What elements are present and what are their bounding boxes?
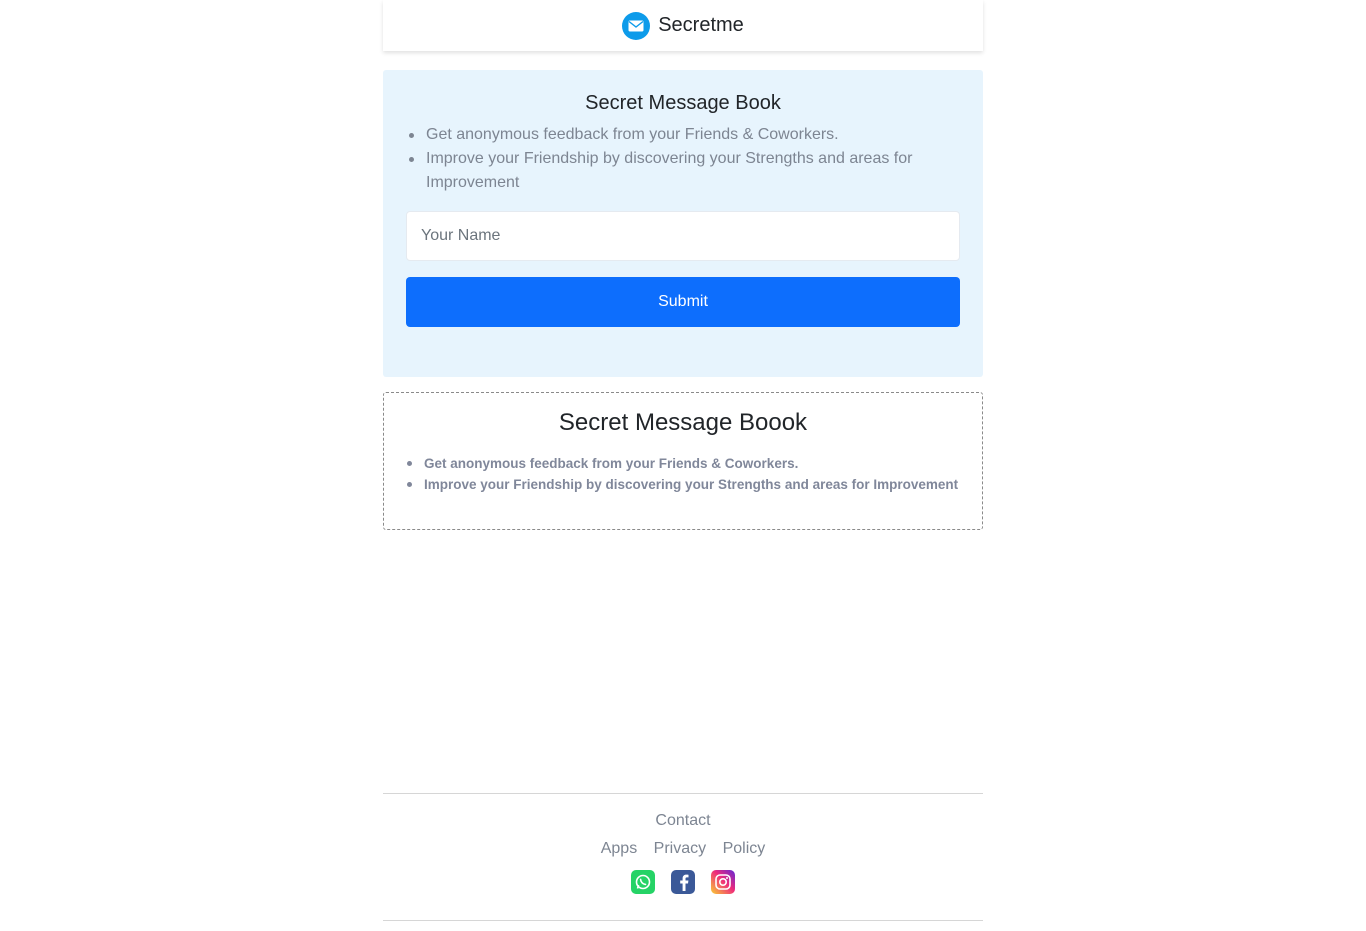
facebook-icon[interactable] xyxy=(671,870,695,894)
info-card: Secret Message Boook Get anonymous feedb… xyxy=(383,392,983,530)
form-card: Secret Message Book Get anonymous feedba… xyxy=(383,70,983,377)
info-card-bullets: Get anonymous feedback from your Friends… xyxy=(404,453,962,495)
envelope-icon[interactable] xyxy=(622,11,651,40)
footer-links: Apps Privacy Policy xyxy=(383,840,983,858)
form-card-title: Secret Message Book xyxy=(585,92,781,114)
bullet-item: Get anonymous feedback from your Friends… xyxy=(406,123,960,147)
info-card-title: Secret Message Boook xyxy=(558,409,808,436)
whatsapp-icon[interactable] xyxy=(631,870,655,894)
apps-link[interactable]: Apps xyxy=(601,840,637,857)
form-card-bullets: Get anonymous feedback from your Friends… xyxy=(406,123,960,195)
contact-link[interactable]: Contact xyxy=(655,812,710,829)
bullet-item: Get anonymous feedback from your Friends… xyxy=(404,453,962,474)
privacy-link[interactable]: Privacy xyxy=(654,840,706,857)
footer: Contact Apps Privacy Policy xyxy=(383,793,983,921)
top-header: Secretme xyxy=(383,0,983,51)
instagram-icon[interactable] xyxy=(711,870,735,894)
submit-button[interactable]: Submit xyxy=(406,277,960,327)
policy-link[interactable]: Policy xyxy=(723,840,766,857)
social-links xyxy=(383,870,983,894)
page: Secretme Secret Message Book Get anonymo… xyxy=(0,0,1366,931)
name-input[interactable] xyxy=(406,211,960,261)
bullet-item: Improve your Friendship by discovering y… xyxy=(406,147,960,195)
brand-name[interactable]: Secretme xyxy=(658,14,744,37)
bullet-item: Improve your Friendship by discovering y… xyxy=(404,474,962,495)
